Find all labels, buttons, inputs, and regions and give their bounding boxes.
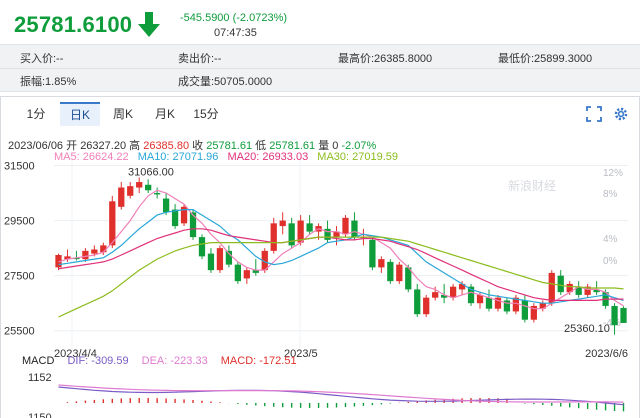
quote-info-panel: 买入价:-- 卖出价:-- 最高价:26385.8000 最低价:25899.3…	[0, 44, 640, 92]
candle-body	[387, 261, 394, 282]
candle-body	[127, 186, 134, 196]
candle-body	[145, 184, 152, 191]
macd-top-tick: 1152	[28, 372, 52, 384]
buy-price: 买入价:--	[20, 53, 64, 65]
max-price-marker: 31066.00	[128, 166, 174, 178]
candle-body	[369, 239, 376, 268]
ma10-line	[58, 208, 624, 304]
price-change: -545.5900 (-2.0723%)	[180, 12, 288, 24]
candle-body	[521, 300, 528, 320]
candle-body	[342, 217, 349, 235]
amplitude: 振幅:1.85%	[20, 76, 77, 88]
candle-body	[91, 249, 98, 254]
candle-body	[207, 253, 215, 271]
candle-body	[198, 237, 206, 257]
candle-body	[118, 187, 125, 207]
candle-body	[82, 250, 89, 260]
ma5-line	[58, 189, 624, 310]
macd-chart[interactable]: 1152 1150	[0, 365, 640, 418]
candle-body	[109, 201, 116, 246]
min-price-marker: 25360.10	[564, 323, 610, 335]
candle-body	[171, 209, 179, 227]
y-tick-label: 31500	[4, 161, 35, 173]
candle-body	[154, 193, 161, 195]
candle-body	[100, 245, 107, 253]
candle-body	[306, 223, 313, 232]
candle-body	[136, 182, 143, 188]
tab-1min[interactable]: 1分	[18, 102, 54, 126]
candle-body	[189, 212, 197, 238]
candle-body	[162, 198, 170, 213]
candle-body	[485, 297, 493, 309]
down-arrow-icon	[138, 12, 160, 37]
fullscreen-icon[interactable]	[586, 106, 602, 122]
candle-body	[351, 220, 358, 238]
watermark-text: 新浪财经	[508, 178, 556, 193]
tab-15min[interactable]: 15分	[188, 102, 224, 126]
quote-time: 07:47:35	[214, 27, 257, 39]
settings-icon[interactable]	[613, 106, 629, 122]
macd-bottom-tick: 1150	[28, 412, 52, 418]
candle-body	[234, 264, 241, 282]
candle-body	[270, 223, 277, 251]
ma30-line	[58, 236, 624, 318]
candle-body	[279, 220, 286, 227]
high-price: 最高价:26385.8000	[338, 53, 433, 65]
candle-body	[449, 286, 457, 298]
sell-price: 卖出价:--	[178, 53, 222, 65]
candle-body	[396, 264, 403, 282]
candle-body	[557, 275, 564, 293]
pct-tick-label: 4%	[603, 234, 618, 245]
y-tick-label: 25500	[4, 326, 35, 338]
quote-header: 25781.6100 -545.5900 (-2.0723%) 07:47:35	[0, 0, 640, 44]
pct-tick-label: 8%	[603, 189, 618, 200]
last-price: 25781.6100	[14, 12, 133, 37]
candle-body	[548, 272, 555, 304]
y-tick-label: 29500	[4, 216, 35, 228]
y-tick-label: 27500	[4, 271, 35, 283]
candle-body	[216, 248, 224, 271]
tab-weekly[interactable]: 周K	[106, 102, 140, 126]
ma20-line	[58, 228, 624, 301]
x-tick-label: 2023/6/6	[585, 348, 628, 360]
candle-body	[423, 297, 430, 315]
candle-body	[414, 289, 421, 315]
candle-body	[611, 305, 618, 326]
info-divider	[0, 68, 640, 69]
candle-body	[243, 270, 250, 279]
pct-tick-label: 12%	[603, 168, 623, 179]
candle-body	[432, 292, 439, 298]
low-price: 最低价:25899.3000	[498, 53, 593, 65]
pct-tick-label: 0%	[603, 256, 618, 267]
candle-body	[620, 307, 627, 323]
tab-monthly[interactable]: 月K	[148, 102, 182, 126]
candle-body	[378, 259, 385, 268]
candlestick-chart[interactable]: 3150029500275002550012%8%4%0%-4%新浪财经3106…	[0, 160, 640, 360]
volume: 成交量:50705.0000	[178, 76, 273, 88]
tab-daily[interactable]: 日K	[60, 102, 100, 126]
